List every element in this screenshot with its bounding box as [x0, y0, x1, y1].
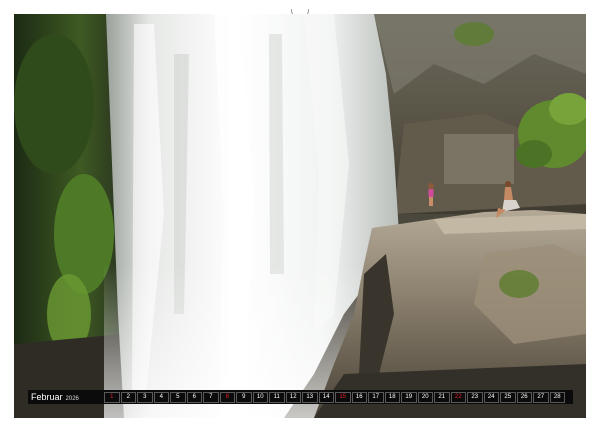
- day-cell: 25: [500, 391, 516, 403]
- day-cell: 1: [104, 391, 120, 403]
- month-name: Februar: [31, 392, 63, 402]
- day-cell: 8: [219, 391, 235, 403]
- day-cell: 13: [302, 391, 318, 403]
- day-cell: 11: [269, 391, 285, 403]
- day-cell: 16: [351, 391, 367, 403]
- day-cell: 21: [434, 391, 450, 403]
- day-cell: 27: [533, 391, 549, 403]
- day-cell: 10: [252, 391, 268, 403]
- day-strip: 1 2 3 4 5 6 7 8 9 10 11 12 13 14 15 16 17 18 19 20 21 22 23 24 2…: [104, 391, 566, 403]
- day-cell: 7: [203, 391, 219, 403]
- calendar-month-bar: Februar 2026 1 2 3 4 5 6 7 8 9 10 11 12 13 14 15 16 17 18 1…: [28, 390, 573, 404]
- day-cell: 28: [549, 391, 565, 403]
- day-cell: 22: [450, 391, 466, 403]
- day-cell: 14: [318, 391, 334, 403]
- day-cell: 9: [236, 391, 252, 403]
- day-cell: 6: [186, 391, 202, 403]
- day-cell: 4: [153, 391, 169, 403]
- day-cell: 5: [170, 391, 186, 403]
- day-cell: 24: [483, 391, 499, 403]
- day-cell: 26: [516, 391, 532, 403]
- day-cell: 20: [417, 391, 433, 403]
- day-cell: 15: [335, 391, 351, 403]
- day-cell: 12: [285, 391, 301, 403]
- month-label: Februar 2026: [28, 392, 104, 402]
- calendar-photo: [14, 14, 586, 418]
- day-cell: 19: [401, 391, 417, 403]
- day-cell: 17: [368, 391, 384, 403]
- waterfall-photo: [14, 14, 586, 418]
- day-cell: 23: [467, 391, 483, 403]
- day-cell: 3: [137, 391, 153, 403]
- year-label: 2026: [65, 396, 79, 402]
- day-cell: 18: [384, 391, 400, 403]
- day-cell: 2: [120, 391, 136, 403]
